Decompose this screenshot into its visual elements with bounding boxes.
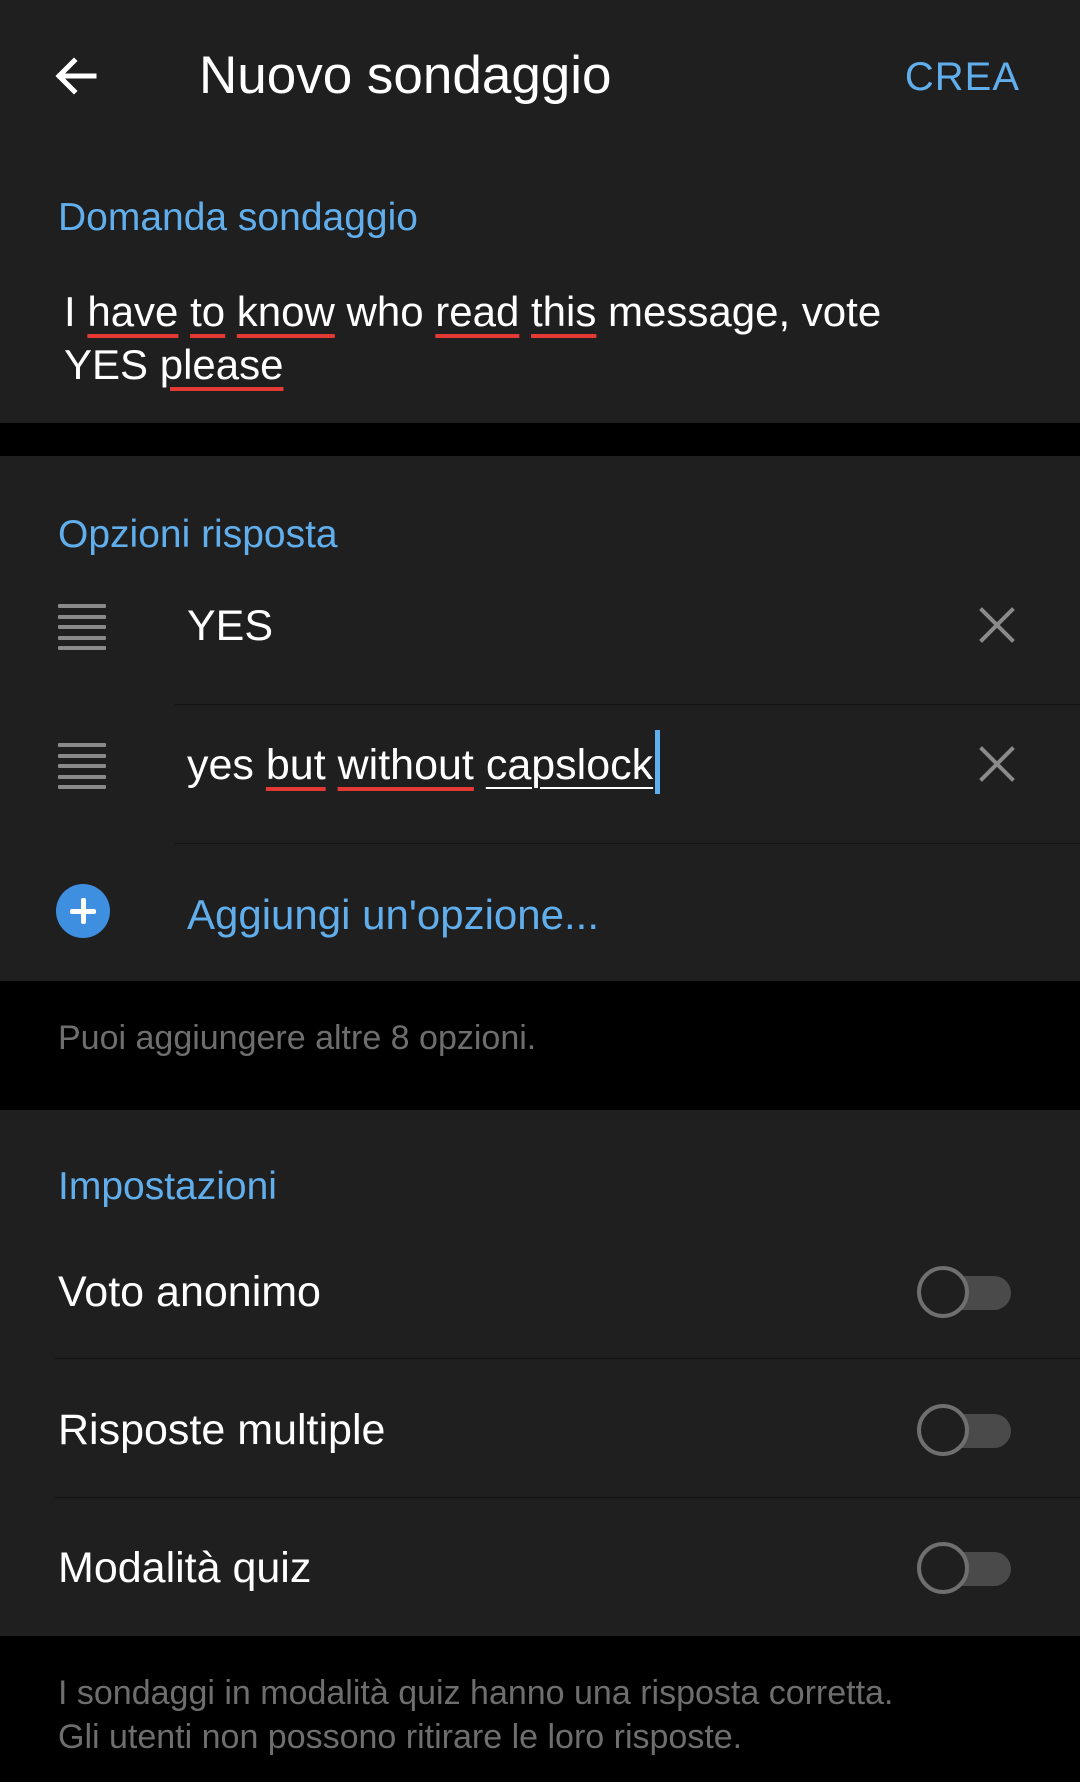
question-word-misspelled: to <box>190 288 226 335</box>
options-remaining-hint: Puoi aggiungere altre 8 opzioni. <box>58 1019 537 1057</box>
options-section-header: Opzioni risposta <box>58 513 338 556</box>
option-word: yes <box>187 741 254 789</box>
option-word-misspelled: without <box>337 741 474 789</box>
settings-card: Impostazioni Voto anonimo Risposte multi… <box>0 1110 1080 1636</box>
add-option-button[interactable]: Aggiungi un'opzione... <box>0 843 1080 982</box>
setting-row-multiple-answers[interactable]: Risposte multiple <box>0 1360 1080 1499</box>
question-word-misspelled: have <box>87 288 179 335</box>
anonymous-vote-toggle[interactable] <box>917 1266 1011 1318</box>
question-word-misspelled: this <box>531 288 597 335</box>
close-icon[interactable] <box>972 600 1022 650</box>
question-word: vote <box>801 288 882 335</box>
question-word: I <box>64 288 76 335</box>
back-button[interactable] <box>40 36 112 116</box>
setting-row-anonymous-vote[interactable]: Voto anonimo <box>0 1222 1080 1361</box>
settings-section-header: Impostazioni <box>58 1165 277 1208</box>
option-row: yes but without capslock <box>0 695 1080 834</box>
text-cursor <box>655 729 661 794</box>
question-word: who <box>346 288 424 335</box>
question-word: YES <box>64 341 149 388</box>
settings-divider <box>55 1358 1080 1359</box>
setting-row-quiz-mode[interactable]: Modalità quiz <box>0 1498 1080 1637</box>
option-input-focused[interactable]: yes but without capslock <box>187 729 661 795</box>
quiz-footer-line-2: Gli utenti non possono ritirare le loro … <box>58 1718 743 1756</box>
top-bar: Nuovo sondaggio CREA <box>0 0 1080 153</box>
option-input[interactable]: YES <box>187 596 273 656</box>
option-word-misspelled: but <box>265 741 326 789</box>
plus-circle-icon <box>56 884 110 938</box>
page-title: Nuovo sondaggio <box>199 46 612 105</box>
question-word-misspelled: read <box>435 288 520 335</box>
question-card: Domanda sondaggio I have to know who rea… <box>0 153 1080 423</box>
question-word-misspelled: know <box>236 288 335 335</box>
quiz-footer-line-1: I sondaggi in modalità quiz hanno una ri… <box>58 1674 894 1712</box>
question-section-header: Domanda sondaggio <box>58 196 418 239</box>
add-option-label: Aggiungi un'opzione... <box>187 891 600 938</box>
create-button[interactable]: CREA <box>905 50 1020 104</box>
question-word: message, <box>608 288 791 335</box>
drag-handle-icon[interactable] <box>58 743 106 789</box>
answer-options-card: Opzioni risposta YES yes but without cap… <box>0 456 1080 981</box>
drag-handle-icon[interactable] <box>58 604 106 650</box>
close-icon[interactable] <box>972 739 1022 789</box>
quiz-mode-toggle[interactable] <box>917 1542 1011 1594</box>
option-row: YES <box>0 556 1080 695</box>
setting-label: Modalità quiz <box>58 1544 312 1592</box>
arrow-left-icon <box>55 57 97 95</box>
question-input[interactable]: I have to know who read this message, vo… <box>64 285 964 391</box>
option-word-composing: capslock <box>485 741 654 789</box>
question-word-misspelled: please <box>159 341 284 388</box>
new-poll-screen: Nuovo sondaggio CREA Domanda sondaggio I… <box>0 0 1080 1782</box>
setting-label: Voto anonimo <box>58 1268 321 1316</box>
multiple-answers-toggle[interactable] <box>917 1404 1011 1456</box>
setting-label: Risposte multiple <box>58 1406 386 1454</box>
